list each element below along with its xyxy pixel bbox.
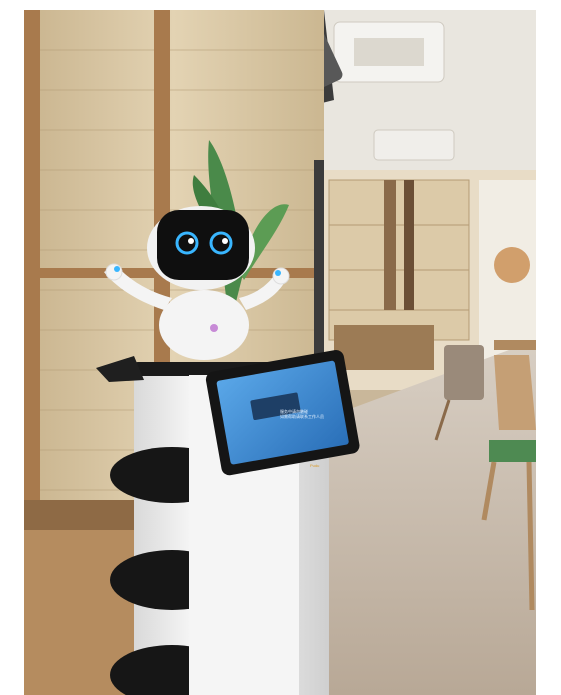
table-top <box>494 340 536 350</box>
tablet-message: 服务中请勿触碰 如需帮助请联系工作人员 <box>280 409 324 419</box>
display-shelf <box>328 179 470 341</box>
chair-far <box>444 345 484 400</box>
chair-back <box>494 355 536 430</box>
robot-face <box>157 210 249 280</box>
ac-vent <box>354 38 424 66</box>
robot-torso <box>159 290 249 360</box>
robot-photo: 服务中请勿触碰 如需帮助请联系工作人员 Pudu <box>24 10 536 695</box>
coral-decoration <box>494 247 530 283</box>
tablet-brand: Pudu <box>310 463 320 468</box>
chair-seat <box>489 440 536 462</box>
counter <box>334 325 434 370</box>
ceiling-unit <box>373 129 455 161</box>
robot-badge <box>210 324 218 332</box>
photo-scene <box>24 10 536 695</box>
tablet-message-line2: 如需帮助请联系工作人员 <box>280 414 324 419</box>
